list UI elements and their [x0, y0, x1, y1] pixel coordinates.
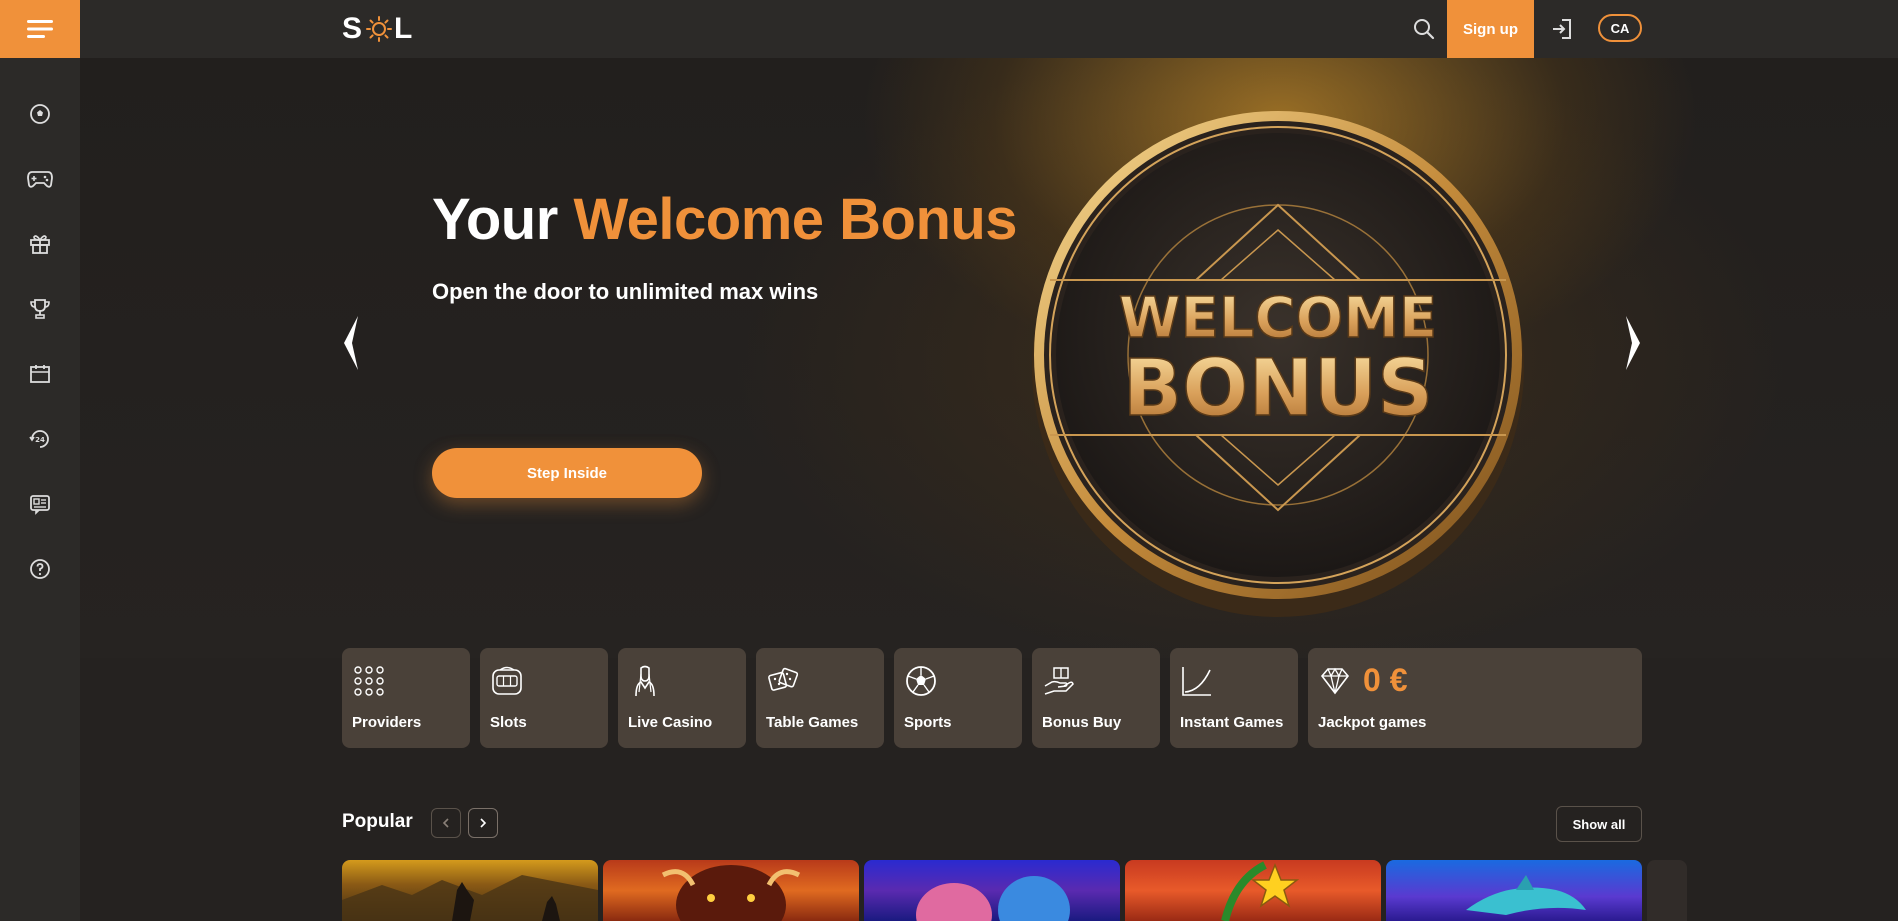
news-icon [30, 495, 50, 515]
step-inside-button[interactable]: Step Inside [432, 448, 702, 498]
hamburger-icon [27, 20, 53, 38]
chevron-left-icon [442, 818, 449, 828]
game-tile-dolphin[interactable] [1386, 860, 1642, 921]
coin-text-welcome: WELCOME [1119, 286, 1437, 351]
help-icon [30, 559, 50, 579]
category-label: Bonus Buy [1042, 714, 1122, 731]
category-label: Table Games [766, 714, 859, 731]
sports-icon [30, 104, 50, 124]
dealer-icon [635, 665, 655, 697]
game-tile-partial[interactable] [1647, 860, 1687, 921]
logo-letter-l: L [394, 12, 415, 45]
game-thumbnail-fruit [1221, 861, 1300, 921]
game-tile-buffalo[interactable] [603, 860, 859, 921]
menu-button[interactable] [0, 0, 80, 58]
show-all-button[interactable]: Show all [1556, 806, 1642, 842]
hero-title: Your Welcome Bonus [432, 186, 1018, 253]
calendar-icon [30, 365, 50, 383]
signup-button[interactable]: Sign up [1447, 0, 1534, 58]
welcome-bonus-coin: WELCOME BONUS [1032, 111, 1524, 617]
hero-subtitle: Open the door to unlimited max wins [432, 279, 819, 304]
soccer-ball-icon [906, 666, 936, 696]
carousel-prev-button[interactable] [340, 314, 362, 372]
top-bar: S L Sign up CA [0, 0, 1898, 58]
category-label: Sports [904, 714, 952, 731]
category-label: Jackpot games [1318, 714, 1427, 731]
game-tile-tiger-wolf[interactable] [864, 860, 1120, 921]
slot-machine-icon [492, 666, 522, 695]
category-instant-games[interactable]: Instant Games [1170, 648, 1298, 748]
logo[interactable]: S L [342, 12, 414, 46]
hand-gift-icon [1044, 667, 1074, 695]
dice-icon [768, 667, 799, 691]
logo-letter-s: S [342, 12, 365, 45]
category-label: Instant Games [1180, 714, 1284, 731]
trophy-icon [30, 299, 50, 319]
game-thumbnail-wolf [342, 875, 598, 921]
category-jackpot-games[interactable]: 0 € Jackpot games [1308, 648, 1642, 748]
hero-title-accent: Welcome Bonus [573, 187, 1018, 252]
sidebar-item-tournaments[interactable] [26, 295, 54, 323]
support-24-icon: 24 [29, 430, 49, 448]
gift-icon [30, 235, 50, 254]
login-button[interactable] [1549, 16, 1575, 42]
sidebar-item-sports[interactable] [26, 100, 54, 128]
game-thumbnail-dolphin [1466, 875, 1586, 915]
category-label: Slots [490, 714, 527, 731]
diamond-icon [1320, 667, 1350, 695]
category-label: Providers [352, 714, 422, 731]
game-thumbnail-buffalo [661, 865, 801, 921]
svg-text:24: 24 [35, 436, 45, 444]
jackpot-value: 0 € [1363, 662, 1408, 698]
grid-dots-icon [354, 666, 384, 696]
sidebar: 24 [0, 58, 80, 921]
chevron-right-icon [480, 818, 487, 828]
sidebar-item-news[interactable] [26, 490, 54, 518]
chevron-right-icon [1626, 316, 1640, 370]
category-live-casino[interactable]: Live Casino [618, 648, 746, 748]
category-providers[interactable]: Providers [342, 648, 470, 748]
coin-text-bonus: BONUS [1123, 344, 1434, 434]
sidebar-item-games[interactable] [26, 165, 54, 193]
search-button[interactable] [1411, 16, 1437, 42]
hero-title-white: Your [432, 187, 574, 252]
curve-chart-icon [1182, 667, 1211, 696]
game-tile-wolf[interactable] [342, 860, 598, 921]
language-button[interactable]: CA [1598, 14, 1642, 42]
login-icon [1553, 19, 1571, 39]
sidebar-item-help[interactable] [26, 555, 54, 583]
carousel-next-button[interactable] [1622, 314, 1644, 372]
popular-prev-button[interactable] [431, 808, 461, 838]
category-bonus-buy[interactable]: Bonus Buy [1032, 648, 1160, 748]
sidebar-item-promotions[interactable] [26, 230, 54, 258]
popular-section-title: Popular [342, 811, 413, 832]
category-slots[interactable]: Slots [480, 648, 608, 748]
popular-next-button[interactable] [468, 808, 498, 838]
category-table-games[interactable]: Table Games [756, 648, 884, 748]
gamepad-icon [27, 171, 53, 188]
search-icon [1414, 19, 1435, 40]
game-tile-fruit[interactable] [1125, 860, 1381, 921]
sun-logo-icon [366, 16, 393, 42]
category-label: Live Casino [628, 714, 713, 731]
sidebar-item-calendar[interactable] [26, 360, 54, 388]
category-sports[interactable]: Sports [894, 648, 1022, 748]
chevron-left-icon [344, 316, 358, 370]
game-thumbnail-tiger-wolf [916, 876, 1070, 921]
sidebar-item-support[interactable]: 24 [26, 425, 54, 453]
